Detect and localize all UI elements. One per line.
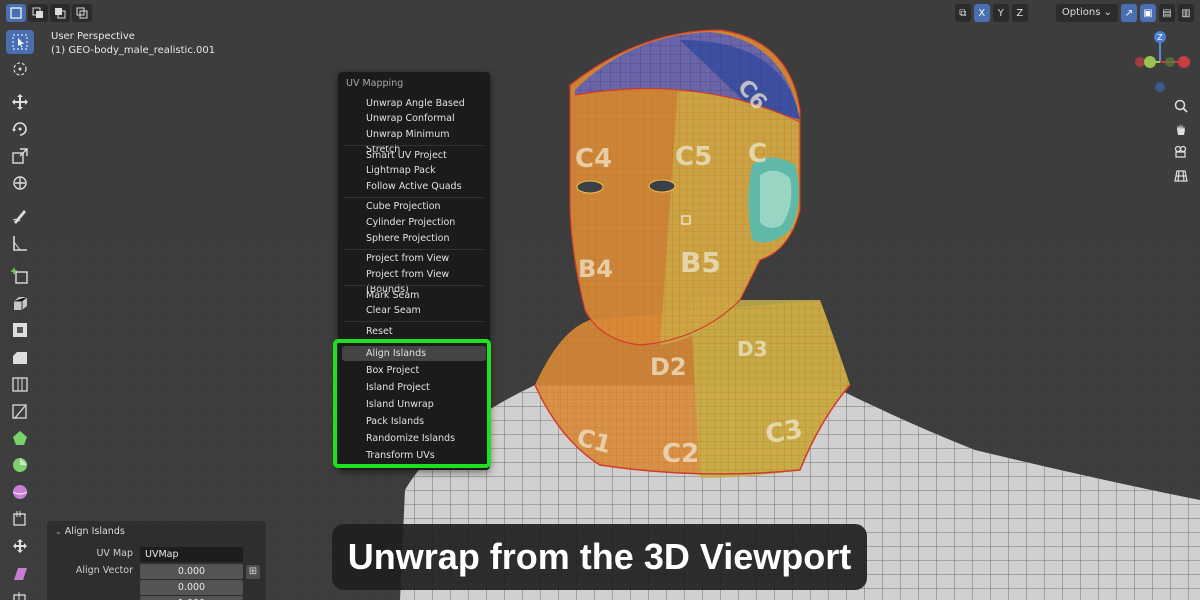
menu-separator	[344, 145, 484, 146]
menu-item-project-from-view[interactable]: Project from View	[342, 251, 486, 266]
uv-label-b4: B4	[578, 255, 613, 283]
gizmo-z-label: Z	[1157, 33, 1163, 42]
extrude-icon[interactable]	[6, 291, 34, 315]
overlay-toggle-icon[interactable]: ▣	[1140, 4, 1156, 22]
options-dropdown[interactable]: Options ⌄	[1055, 4, 1118, 22]
hand-icon[interactable]	[1170, 118, 1192, 140]
grid-icon[interactable]	[1170, 164, 1192, 186]
menu-item-unwrap-minimum-stretch[interactable]: Unwrap Minimum Stretch	[342, 127, 486, 155]
menu-item-lightmap-pack[interactable]: Lightmap Pack	[342, 163, 486, 178]
rip-icon[interactable]	[6, 588, 34, 600]
menu-separator	[344, 249, 484, 250]
add-cube-icon[interactable]	[6, 264, 34, 288]
viewport-header-right: ⧉ X Y Z Options ⌄ ↗ ▣ ▤ ▥	[954, 4, 1194, 22]
scale-icon[interactable]	[6, 144, 34, 168]
last-operator-panel: ⌄ Align Islands UV Map UVMap Align Vecto…	[47, 521, 266, 600]
transform-icon[interactable]	[6, 171, 34, 195]
axis-y-button[interactable]: Y	[992, 4, 1009, 22]
operator-title: Align Islands	[64, 526, 125, 537]
navigation-buttons	[1170, 95, 1194, 187]
mirror-icon[interactable]: ⧉	[954, 4, 971, 22]
menu-item-project-from-view-bounds[interactable]: Project from View (Bounds)	[342, 267, 486, 295]
gizmo-toggle-icon[interactable]: ↗	[1121, 4, 1137, 22]
align-vector-x-field[interactable]: 0.000	[140, 564, 243, 579]
caption-banner: Unwrap from the 3D Viewport	[332, 524, 867, 590]
shrink-fatten-icon[interactable]	[6, 534, 34, 558]
uv-label-c5: C5	[675, 142, 712, 172]
zoom-icon[interactable]	[1170, 95, 1192, 117]
cursor-icon[interactable]	[6, 57, 34, 81]
menu-separator	[344, 321, 484, 322]
select-subtract-button[interactable]	[50, 4, 70, 22]
select-intersect-button[interactable]	[72, 4, 92, 22]
uv-label-c3: C3	[763, 414, 805, 450]
navigation-gizmo[interactable]: Z	[1128, 28, 1196, 98]
select-mode-buttons	[6, 4, 92, 22]
uv-label-c2: C2	[662, 439, 699, 469]
measure-icon[interactable]	[6, 231, 34, 255]
rotate-icon[interactable]	[6, 117, 34, 141]
menu-item-unwrap-conformal[interactable]: Unwrap Conformal	[342, 111, 486, 126]
menu-item-cylinder-projection[interactable]: Cylinder Projection	[342, 215, 486, 230]
menu-item-mark-seam[interactable]: Mark Seam	[342, 288, 486, 303]
perspective-label: User Perspective	[51, 31, 135, 42]
operator-panel-header[interactable]: ⌄ Align Islands	[55, 526, 125, 537]
edge-slide-icon[interactable]	[6, 507, 34, 531]
tool-shelf	[6, 30, 36, 600]
menu-item-sphere-projection[interactable]: Sphere Projection	[342, 231, 486, 246]
shading-solid-icon[interactable]: ▥	[1178, 4, 1194, 22]
menu-item-follow-active-quads[interactable]: Follow Active Quads	[342, 179, 486, 194]
uv-label-c: C	[748, 139, 767, 169]
poly-build-icon[interactable]	[6, 426, 34, 450]
uv-label-d3: D3	[737, 337, 768, 361]
object-label: (1) GEO-body_male_realistic.001	[51, 45, 216, 56]
axis-x-button[interactable]: X	[973, 4, 990, 22]
axis-z-button[interactable]: Z	[1011, 4, 1028, 22]
loop-cut-icon[interactable]	[6, 372, 34, 396]
knife-icon[interactable]	[6, 399, 34, 423]
select-box-icon[interactable]	[6, 30, 34, 54]
bevel-icon[interactable]	[6, 345, 34, 369]
annotate-icon[interactable]	[6, 204, 34, 228]
select-new-button[interactable]	[6, 4, 26, 22]
highlight-frame	[333, 339, 491, 468]
spin-icon[interactable]	[6, 453, 34, 477]
menu-item-cube-projection[interactable]: Cube Projection	[342, 199, 486, 214]
chevron-down-icon: ⌄	[55, 527, 62, 536]
smooth-icon[interactable]	[6, 480, 34, 504]
shading-wire-icon[interactable]: ▤	[1159, 4, 1175, 22]
mesh-scene: C6 C4 C5 C B4 B5 D2 D3 C1 C2 C3	[0, 0, 1200, 600]
menu-item-smart-uv-project[interactable]: Smart UV Project	[342, 148, 486, 163]
align-vector-label: Align Vector	[75, 565, 133, 576]
menu-title: UV Mapping	[346, 78, 404, 89]
align-vector-y-field[interactable]: 0.000	[140, 580, 243, 595]
uv-label-c4: C4	[575, 144, 612, 174]
inset-icon[interactable]	[6, 318, 34, 342]
shear-icon[interactable]	[6, 561, 34, 585]
align-vector-z-field[interactable]: 1.000	[140, 596, 243, 600]
camera-icon[interactable]	[1170, 141, 1192, 163]
eyedropper-icon[interactable]: ⊞	[246, 565, 260, 579]
uv-label-d2: D2	[650, 353, 687, 381]
move-icon[interactable]	[6, 90, 34, 114]
menu-item-clear-seam[interactable]: Clear Seam	[342, 303, 486, 318]
menu-separator	[344, 285, 484, 286]
uv-map-field[interactable]: UVMap	[140, 547, 243, 562]
3d-viewport[interactable]: C6 C4 C5 C B4 B5 D2 D3 C1 C2 C3 ⧉ X Y Z …	[0, 0, 1200, 600]
menu-item-unwrap-angle-based[interactable]: Unwrap Angle Based	[342, 96, 486, 111]
select-extend-button[interactable]	[28, 4, 48, 22]
uv-map-label: UV Map	[96, 548, 133, 559]
uv-label-b5: B5	[680, 246, 721, 279]
viewport-info: User Perspective (1) GEO-body_male_reali…	[51, 30, 215, 58]
menu-item-reset[interactable]: Reset	[342, 324, 486, 339]
menu-separator	[344, 197, 484, 198]
